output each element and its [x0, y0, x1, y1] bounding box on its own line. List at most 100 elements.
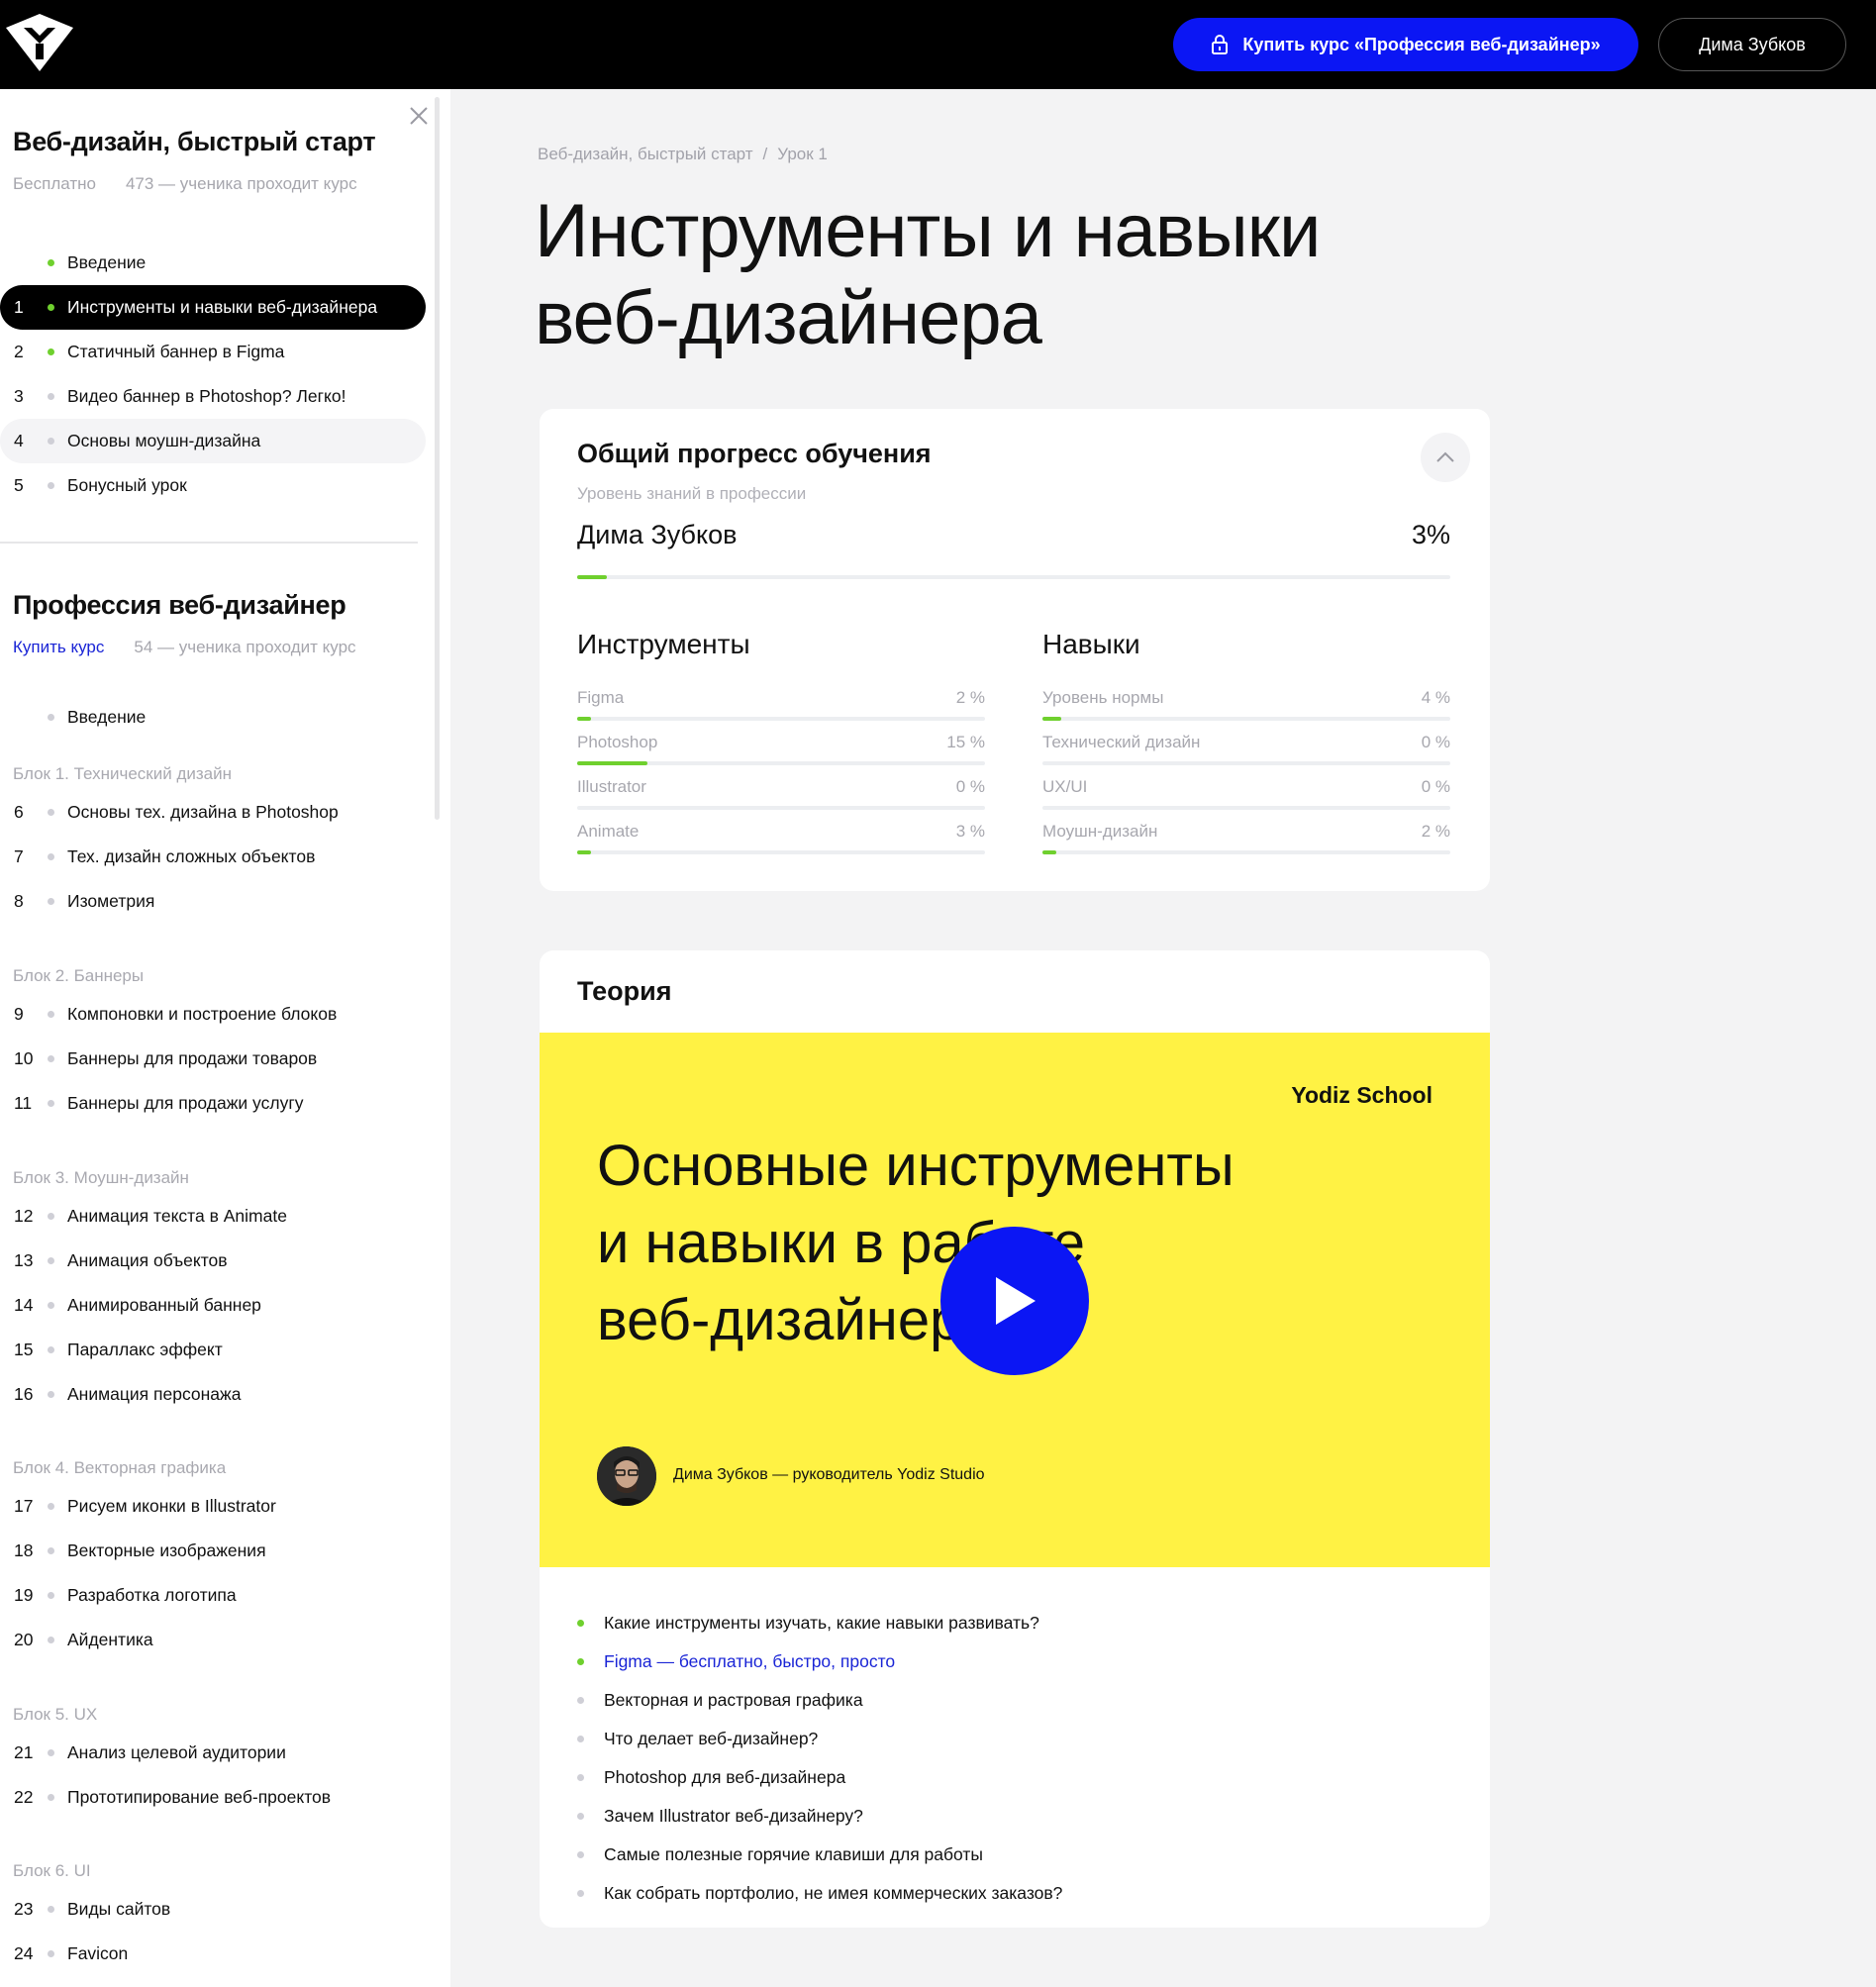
progress-subtitle: Уровень знаний в профессии — [577, 484, 807, 503]
overall-progress-bar — [577, 575, 1450, 579]
sidebar-item-label: Компоновки и построение блоков — [67, 1004, 338, 1024]
sidebar-divider — [0, 542, 418, 544]
sidebar-item[interactable]: 20 Айдентика — [0, 1618, 426, 1662]
metric-value: 2 % — [955, 688, 985, 707]
metric-row: Моушн-дизайн 2 % — [1042, 822, 1450, 866]
metric-label: Моушн-дизайн — [1042, 822, 1158, 841]
sidebar-item[interactable]: 21 Анализ целевой аудитории — [0, 1731, 426, 1775]
metric-progress-fill — [577, 761, 647, 765]
lesson-number: 24 — [14, 1943, 34, 1963]
sidebar-item[interactable]: 19 Разработка логотипа — [0, 1573, 426, 1618]
topic-item[interactable]: Векторная и растровая графика — [577, 1681, 1062, 1720]
close-icon[interactable] — [408, 105, 430, 127]
sidebar-item-label: Favicon — [67, 1943, 129, 1963]
metric-progress-bar — [577, 717, 985, 721]
sidebar-item[interactable]: 24 Favicon — [0, 1932, 426, 1976]
sidebar-item-intro[interactable]: Введение — [0, 695, 426, 740]
status-dot — [48, 1100, 54, 1107]
sidebar-scrollbar[interactable] — [435, 97, 440, 820]
metric-value: 0 % — [1421, 733, 1450, 751]
topic-item[interactable]: Что делает веб-дизайнер? — [577, 1720, 1062, 1758]
metric-label: Illustrator — [577, 777, 646, 796]
metric-progress-bar — [577, 761, 985, 765]
lesson-number: 2 — [14, 342, 24, 361]
metric-label: Уровень нормы — [1042, 688, 1164, 707]
buy-course-button[interactable]: Купить курс «Профессия веб-дизайнер» — [1173, 18, 1638, 71]
metric-row: Illustrator 0 % — [577, 777, 985, 822]
skills-title: Навыки — [1042, 629, 1140, 659]
sidebar-item[interactable]: Введение — [0, 241, 426, 285]
sidebar-item[interactable]: 10 Баннеры для продажи товаров — [0, 1037, 426, 1081]
metric-progress-fill — [1042, 717, 1061, 721]
lesson-number: 9 — [14, 1004, 24, 1024]
sidebar-item[interactable]: 9 Компоновки и построение блоков — [0, 992, 426, 1037]
status-dot — [577, 1658, 584, 1665]
topic-item[interactable]: Зачем Illustrator веб-дизайнеру? — [577, 1797, 1062, 1836]
collapse-button[interactable] — [1421, 433, 1470, 482]
status-dot — [48, 1547, 54, 1554]
sidebar-item-label: Введение — [67, 707, 147, 727]
status-dot — [48, 1346, 54, 1353]
topic-label: Как собрать портфолио, не имея коммерчес… — [604, 1883, 1063, 1903]
sidebar-item[interactable]: 12 Анимация текста в Animate — [0, 1194, 426, 1239]
user-name: Дима Зубков — [1699, 34, 1806, 54]
video-headline-line-1: Основные инструменты — [597, 1134, 1234, 1198]
user-menu-button[interactable]: Дима Зубков — [1658, 18, 1846, 71]
sidebar-item[interactable]: 23 Виды сайтов — [0, 1887, 426, 1932]
sidebar-item[interactable]: 22 Прототипирование веб-проектов — [0, 1775, 426, 1820]
lesson-number: 23 — [14, 1899, 34, 1919]
status-dot — [48, 393, 54, 400]
video-player[interactable]: Yodiz School Основные инструменты и навы… — [540, 1033, 1490, 1567]
sidebar-item[interactable]: 2 Статичный баннер в Figma — [0, 330, 426, 374]
page-title-line-1: Инструменты и навыки — [535, 189, 1322, 273]
sidebar-item[interactable]: 1 Инструменты и навыки веб-дизайнера — [0, 285, 426, 330]
lesson-number: 17 — [14, 1496, 34, 1516]
sidebar-item-label: Айдентика — [67, 1630, 153, 1649]
sidebar-item-label: Основы моушн-дизайна — [67, 431, 261, 450]
topic-item[interactable]: Photoshop для веб-дизайнера — [577, 1758, 1062, 1797]
sidebar-item[interactable]: 8 Изометрия — [0, 879, 426, 924]
sidebar-item[interactable]: 7 Тех. дизайн сложных объектов — [0, 835, 426, 879]
status-dot — [577, 1774, 584, 1781]
breadcrumb-lesson: Урок 1 — [777, 145, 828, 163]
breadcrumb-course[interactable]: Веб-дизайн, быстрый старт — [538, 145, 753, 164]
topic-item[interactable]: Как собрать портфолио, не имея коммерчес… — [577, 1874, 1062, 1913]
status-dot — [48, 853, 54, 860]
logo-icon[interactable] — [4, 14, 75, 71]
lesson-number: 6 — [14, 802, 24, 822]
topic-item[interactable]: Figma — бесплатно, быстро, просто — [577, 1642, 1062, 1681]
topic-item[interactable]: Самые полезные горячие клавиши для работ… — [577, 1836, 1062, 1874]
metric-row: UX/UI 0 % — [1042, 777, 1450, 822]
topic-item[interactable]: Какие инструменты изучать, какие навыки … — [577, 1604, 1062, 1642]
sidebar-item[interactable]: 6 Основы тех. дизайна в Photoshop — [0, 790, 426, 835]
status-dot — [48, 1213, 54, 1220]
metric-progress-fill — [1042, 850, 1056, 854]
status-dot — [48, 304, 54, 311]
sidebar-item-label: Видео баннер в Photoshop? Легко! — [67, 386, 346, 406]
sidebar-item[interactable]: 14 Анимированный баннер — [0, 1283, 426, 1328]
sidebar-item[interactable]: 5 Бонусный урок — [0, 463, 426, 508]
sidebar-item-label: Анимация объектов — [67, 1250, 228, 1270]
play-icon — [996, 1277, 1036, 1325]
sidebar-item[interactable]: 13 Анимация объектов — [0, 1239, 426, 1283]
sidebar-item[interactable]: 4 Основы моушн-дизайна — [0, 419, 426, 463]
lesson-number: 12 — [14, 1206, 34, 1226]
buy-course-link[interactable]: Купить курс — [13, 638, 104, 657]
theory-card: Теория Yodiz School Основные инструменты… — [540, 950, 1490, 1928]
block-title: Блок 5. UX — [13, 1705, 98, 1724]
status-dot — [48, 1055, 54, 1062]
topic-label: Векторная и растровая графика — [604, 1690, 863, 1710]
play-button[interactable] — [940, 1227, 1089, 1375]
block-title: Блок 3. Моушн-дизайн — [13, 1168, 189, 1187]
metric-row: Figma 2 % — [577, 688, 985, 733]
sidebar-item[interactable]: 17 Рисуем иконки в Illustrator — [0, 1484, 426, 1529]
sidebar-item[interactable]: 16 Анимация персонажа — [0, 1372, 426, 1417]
sidebar-item[interactable]: 15 Параллакс эффект — [0, 1328, 426, 1372]
sidebar-item[interactable]: 18 Векторные изображения — [0, 1529, 426, 1573]
sidebar-item-label: Введение — [67, 252, 147, 272]
profession-title: Профессия веб-дизайнер — [13, 590, 346, 620]
sidebar-item[interactable]: 3 Видео баннер в Photoshop? Легко! — [0, 374, 426, 419]
sidebar-item-label: Изометрия — [67, 891, 155, 911]
metric-value: 3 % — [955, 822, 985, 841]
sidebar-item[interactable]: 11 Баннеры для продажи услугу — [0, 1081, 426, 1126]
